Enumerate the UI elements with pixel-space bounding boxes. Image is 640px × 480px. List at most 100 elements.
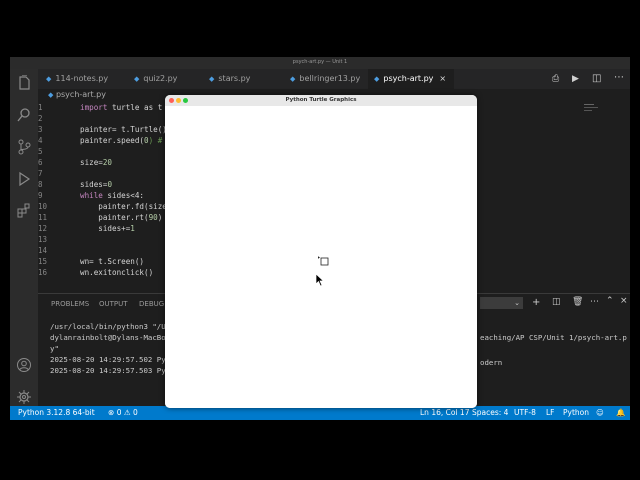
terminal-line: 2025-08-20 14:29:57.502 Py bbox=[50, 355, 166, 364]
chevron-down-icon: ⌄ bbox=[514, 299, 520, 307]
split-editor-icon[interactable]: ◫ bbox=[592, 73, 601, 84]
tab-label: bellringer13.py bbox=[299, 74, 361, 83]
error-icon: ⊗ bbox=[108, 408, 115, 417]
cursor-position[interactable]: Ln 16, Col 17 bbox=[420, 406, 469, 420]
turtle-graphics-window[interactable]: Python Turtle Graphics bbox=[165, 95, 477, 408]
terminal-line: dylanrainbolt@Dylans-MacBo bbox=[50, 333, 166, 342]
run-python-file-icon[interactable]: ▶ bbox=[572, 74, 579, 84]
tab-quiz2[interactable]: ◆ quiz2.py bbox=[134, 69, 177, 89]
terminal-line-tail: eaching/AP CSP/Unit 1/psych-art.p bbox=[480, 333, 627, 342]
turtle-drawing bbox=[318, 256, 329, 266]
line-number: 8 bbox=[38, 180, 43, 189]
terminal-line-tail: odern bbox=[480, 358, 503, 367]
title-bar: psych-art.py — Unit 1 bbox=[10, 57, 630, 69]
code-number: 20 bbox=[102, 158, 113, 167]
warning-count: 0 bbox=[132, 408, 138, 417]
more-actions-icon[interactable]: ⋯ bbox=[614, 72, 624, 83]
line-number: 14 bbox=[38, 246, 48, 255]
tab-psych-art[interactable]: ◆ psych-art.py × bbox=[368, 69, 454, 89]
source-control-icon[interactable] bbox=[16, 139, 32, 155]
line-number: 3 bbox=[38, 125, 43, 134]
error-count: 0 bbox=[116, 408, 122, 417]
line-number: 11 bbox=[38, 213, 48, 222]
python-file-icon: ◆ bbox=[134, 75, 140, 83]
code-text: turtle as t bbox=[107, 103, 163, 112]
mouse-cursor-icon bbox=[315, 273, 325, 287]
line-number: 1 bbox=[38, 103, 43, 112]
new-terminal-icon[interactable]: + bbox=[532, 297, 540, 308]
trash-icon[interactable]: 🗑 bbox=[572, 297, 583, 307]
problems-indicator[interactable]: ⊗ 0 ⚠ 0 bbox=[108, 406, 138, 420]
status-bar: Python 3.12.8 64-bit ⊗ 0 ⚠ 0 Ln 16, Col … bbox=[10, 406, 630, 420]
line-number: 4 bbox=[38, 136, 43, 145]
close-panel-icon[interactable]: × bbox=[620, 296, 628, 306]
explorer-icon[interactable] bbox=[16, 74, 32, 91]
line-number: 10 bbox=[38, 202, 48, 211]
code-line: wn.exitonclick() bbox=[80, 268, 154, 277]
language-mode[interactable]: Python bbox=[563, 406, 589, 420]
code-line: sides=0 bbox=[80, 180, 112, 189]
account-icon[interactable] bbox=[16, 357, 32, 373]
python-interpreter[interactable]: Python 3.12.8 64-bit bbox=[18, 406, 95, 420]
code-text: painter.rt( bbox=[80, 213, 149, 222]
code-line: painter= t.Turtle() bbox=[80, 125, 167, 134]
close-tab-icon[interactable]: × bbox=[439, 74, 446, 83]
code-text: sides<4: bbox=[102, 191, 145, 200]
settings-gear-icon[interactable] bbox=[16, 389, 32, 405]
tab-114-notes[interactable]: ◆ 114-notes.py bbox=[46, 69, 108, 89]
turtle-canvas[interactable] bbox=[165, 106, 477, 408]
python-file-icon: ◆ bbox=[290, 75, 296, 83]
debug-icon[interactable]: ⎙ bbox=[552, 74, 559, 84]
code-number: 1 bbox=[130, 224, 135, 233]
tab-label: 114-notes.py bbox=[55, 74, 109, 83]
code-line: wn= t.Screen() bbox=[80, 257, 145, 266]
line-number: 2 bbox=[38, 114, 43, 123]
indentation[interactable]: Spaces: 4 bbox=[472, 406, 508, 420]
breadcrumb[interactable]: ◆ psych-art.py bbox=[48, 89, 106, 101]
line-number: 7 bbox=[38, 169, 43, 178]
extensions-icon[interactable] bbox=[16, 203, 32, 219]
more-actions-icon[interactable]: ⋯ bbox=[590, 297, 599, 307]
code-keyword: while bbox=[80, 191, 103, 200]
breadcrumb-file: psych-art.py bbox=[55, 90, 106, 99]
code-line: sides+=1 bbox=[80, 224, 135, 233]
search-icon[interactable] bbox=[16, 107, 32, 123]
code-comment: ) # bbox=[148, 136, 163, 145]
line-number: 6 bbox=[38, 158, 43, 167]
terminal-line: 2025-08-20 14:29:57.503 Py bbox=[50, 366, 166, 375]
code-line: while sides<4: bbox=[80, 191, 144, 200]
line-number: 12 bbox=[38, 224, 48, 233]
minimap[interactable] bbox=[584, 103, 604, 117]
tab-stars[interactable]: ◆ stars.py bbox=[209, 69, 250, 89]
run-debug-icon[interactable] bbox=[16, 171, 32, 187]
warning-icon: ⚠ bbox=[123, 408, 131, 417]
code-text: sides+= bbox=[80, 224, 131, 233]
turtle-window-title: Python Turtle Graphics bbox=[285, 97, 357, 103]
code-line: painter.fd(size bbox=[80, 202, 167, 211]
encoding[interactable]: UTF-8 bbox=[514, 406, 536, 420]
notifications-icon[interactable]: 🔔 bbox=[616, 406, 625, 420]
code-line: painter.speed(0) # bbox=[80, 136, 162, 145]
code-text: painter.speed( bbox=[80, 136, 145, 145]
code-number: 90 bbox=[148, 213, 158, 222]
python-file-icon: ◆ bbox=[48, 91, 54, 99]
line-number: 5 bbox=[38, 147, 43, 156]
terminal-line: y" bbox=[50, 344, 59, 353]
python-file-icon: ◆ bbox=[46, 75, 52, 83]
tab-label: psych-art.py bbox=[383, 74, 434, 83]
python-file-icon: ◆ bbox=[209, 75, 215, 83]
tab-bellringer13[interactable]: ◆ bellringer13.py bbox=[290, 69, 360, 89]
tab-output[interactable]: OUTPUT bbox=[99, 300, 128, 308]
window-title: psych-art.py — Unit 1 bbox=[292, 59, 348, 65]
maximize-panel-icon[interactable]: ⌃ bbox=[606, 296, 614, 306]
split-terminal-icon[interactable]: ◫ bbox=[552, 297, 561, 307]
line-number: 9 bbox=[38, 191, 43, 200]
python-file-icon: ◆ bbox=[374, 75, 380, 83]
code-line: size=20 bbox=[80, 158, 112, 167]
activity-bar bbox=[10, 69, 38, 409]
tab-problems[interactable]: PROBLEMS bbox=[51, 300, 89, 308]
feedback-icon[interactable]: ☺ bbox=[596, 406, 604, 420]
line-ending[interactable]: LF bbox=[546, 406, 555, 420]
terminal-select[interactable]: ⌄ bbox=[480, 297, 523, 309]
line-number: 15 bbox=[38, 257, 48, 266]
